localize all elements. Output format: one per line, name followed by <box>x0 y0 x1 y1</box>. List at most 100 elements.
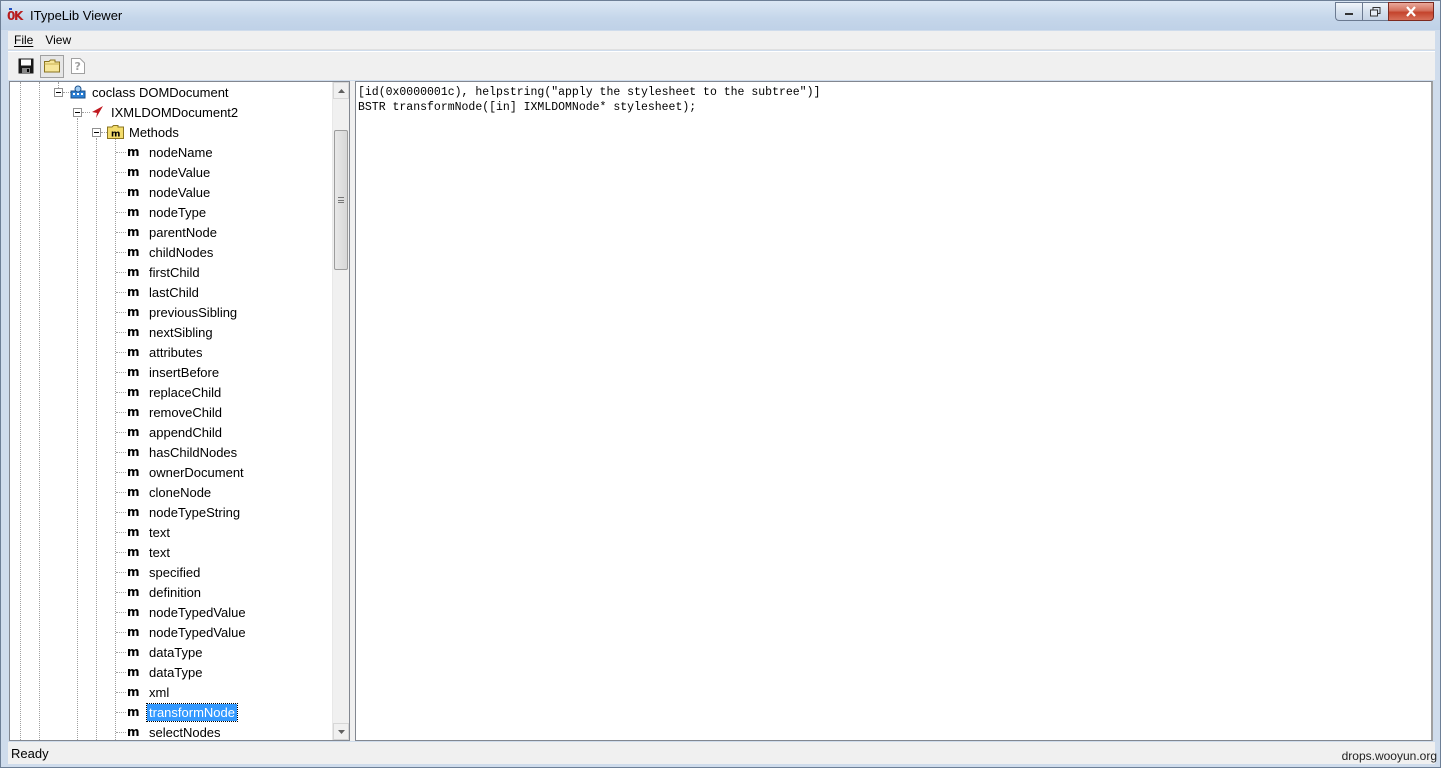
tree-guide-line <box>116 232 126 233</box>
tree-node-method[interactable]: m insertBefore <box>127 362 221 382</box>
tree-guide-line <box>116 272 126 273</box>
tree-node-method-selected[interactable]: m transformNode <box>127 702 238 722</box>
save-button[interactable] <box>14 55 38 78</box>
tree-label: childNodes <box>149 244 214 260</box>
tree-node-method[interactable]: m selectNodes <box>127 722 223 740</box>
tree-node-method[interactable]: m nodeTypedValue <box>127 602 248 622</box>
menu-view[interactable]: View <box>39 33 77 47</box>
scroll-thumb[interactable] <box>334 130 348 270</box>
tree-node-method[interactable]: m removeChild <box>127 402 224 422</box>
tree-node-methods-folder[interactable]: m Methods <box>107 122 181 142</box>
tree-node-method[interactable]: m cloneNode <box>127 482 213 502</box>
method-icon: m <box>127 145 140 159</box>
tree-guide-line <box>116 352 126 353</box>
svg-text:m: m <box>111 130 120 140</box>
tree-label: nodeType <box>149 204 207 220</box>
tree-node-method[interactable]: m appendChild <box>127 422 224 442</box>
tree-node-method[interactable]: m text <box>127 522 172 542</box>
tree-node-method[interactable]: m ownerDocument <box>127 462 246 482</box>
tree-vertical-scrollbar[interactable] <box>332 82 349 740</box>
tree-node-method[interactable]: m nodeType <box>127 202 208 222</box>
tree-node-method[interactable]: m hasChildNodes <box>127 442 239 462</box>
tree-label: specified <box>149 564 201 580</box>
tree-guide-line <box>116 372 126 373</box>
scroll-up-button[interactable] <box>333 82 349 99</box>
tree-guide-line <box>116 612 126 613</box>
status-bar: Ready <box>8 742 1435 764</box>
method-icon: m <box>127 225 140 239</box>
toolbar: ? <box>8 51 1435 80</box>
tree-label: cloneNode <box>149 484 212 500</box>
tree-node-method[interactable]: m attributes <box>127 342 204 362</box>
definition-line: [id(0x0000001c), helpstring("apply the s… <box>358 86 821 99</box>
method-icon: m <box>127 265 140 279</box>
tree-label: replaceChild <box>149 384 222 400</box>
definition-text-pane[interactable]: [id(0x0000001c), helpstring("apply the s… <box>355 81 1433 741</box>
tree-label: IXMLDOMDocument2 <box>111 104 239 120</box>
tree-node-method[interactable]: m nextSibling <box>127 322 215 342</box>
tree-node-method[interactable]: m lastChild <box>127 282 201 302</box>
interface-icon <box>92 106 103 118</box>
tree-guide-line <box>116 672 126 673</box>
floppy-disk-icon <box>18 58 34 74</box>
tree-label: parentNode <box>149 224 217 240</box>
restore-icon <box>1370 6 1381 16</box>
collapse-toggle-icon[interactable] <box>92 128 101 137</box>
arrow-down-icon <box>337 729 345 734</box>
app-window: 0 K ITypeLib Viewer File View ? coclass … <box>0 0 1441 768</box>
method-icon: m <box>127 625 140 639</box>
open-button[interactable] <box>40 54 64 78</box>
definition-line: BSTR transformNode([in] IXMLDOMNode* sty… <box>358 101 697 114</box>
tree-label: ownerDocument <box>149 464 244 480</box>
collapse-toggle-icon[interactable] <box>73 108 82 117</box>
tree-node-method[interactable]: m nodeTypeString <box>127 502 242 522</box>
close-button[interactable] <box>1388 2 1434 21</box>
tree-node-method[interactable]: m replaceChild <box>127 382 223 402</box>
coclass-icon <box>70 85 86 99</box>
collapse-toggle-icon[interactable] <box>54 88 63 97</box>
tree-node-method[interactable]: m specified <box>127 562 202 582</box>
tree-node-method[interactable]: m nodeName <box>127 142 215 162</box>
minimize-button[interactable] <box>1335 2 1362 21</box>
tree-label: transformNode <box>146 702 238 722</box>
tree-node-method[interactable]: m childNodes <box>127 242 215 262</box>
tree-node-method[interactable]: m parentNode <box>127 222 219 242</box>
tree-guide-line <box>116 592 126 593</box>
method-icon: m <box>127 705 140 719</box>
tree-guide-line <box>116 412 126 413</box>
tree-node-method[interactable]: m dataType <box>127 662 205 682</box>
tree-node-method[interactable]: m dataType <box>127 642 205 662</box>
tree-node-method[interactable]: m xml <box>127 682 171 702</box>
tree-node-method[interactable]: m nodeValue <box>127 162 212 182</box>
tree-label: nodeTypeString <box>149 504 241 520</box>
menu-file[interactable]: File <box>8 33 39 47</box>
method-icon: m <box>127 425 140 439</box>
tree-node-method[interactable]: m text <box>127 542 172 562</box>
tree-label: nodeValue <box>149 164 211 180</box>
method-icon: m <box>127 585 140 599</box>
method-icon: m <box>127 525 140 539</box>
tree-guide-line <box>116 292 126 293</box>
type-tree-view[interactable]: coclass DOMDocument IXMLDOMDocument2 m M… <box>9 81 350 741</box>
tree-node-interface[interactable]: IXMLDOMDocument2 <box>89 102 240 122</box>
help-button[interactable]: ? <box>66 55 90 78</box>
tree-node-method[interactable]: m previousSibling <box>127 302 239 322</box>
arrow-up-icon <box>337 88 345 93</box>
tree-guide-line <box>116 652 126 653</box>
tree-node-method[interactable]: m firstChild <box>127 262 202 282</box>
help-question-icon: ? <box>71 58 85 74</box>
tree-node-method[interactable]: m definition <box>127 582 203 602</box>
tree-label: definition <box>149 584 202 600</box>
tree-node-coclass[interactable]: coclass DOMDocument <box>70 82 231 102</box>
tree-label: nextSibling <box>149 324 213 340</box>
tree-node-method[interactable]: m nodeValue <box>127 182 212 202</box>
tree-guide-line <box>116 192 126 193</box>
tree-guide-line <box>116 212 126 213</box>
tree-label: dataType <box>149 664 203 680</box>
tree-guide-line <box>96 138 97 740</box>
maximize-button[interactable] <box>1362 2 1388 21</box>
tree-label: Methods <box>129 124 179 140</box>
tree-node-method[interactable]: m nodeTypedValue <box>127 622 248 642</box>
scroll-down-button[interactable] <box>333 723 349 740</box>
svg-text:K: K <box>14 9 24 23</box>
